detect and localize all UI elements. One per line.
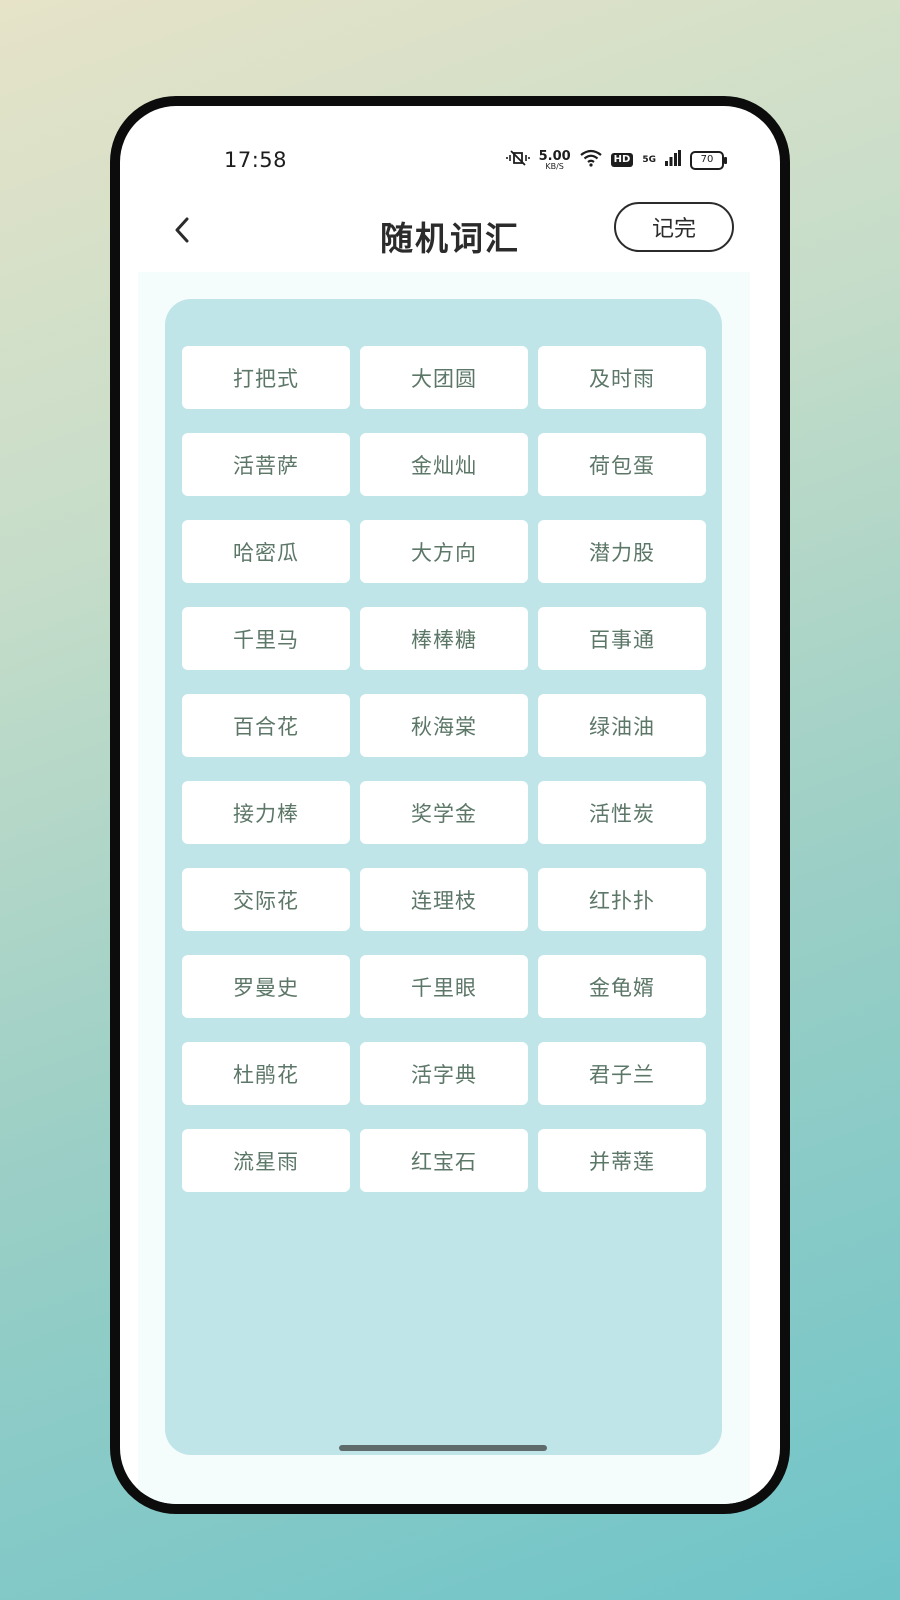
vibrate-mute-icon — [505, 149, 530, 171]
word-card[interactable]: 及时雨 — [538, 346, 706, 409]
word-card[interactable]: 潜力股 — [538, 520, 706, 583]
word-card[interactable]: 千里马 — [182, 607, 350, 670]
word-card[interactable]: 百事通 — [538, 607, 706, 670]
home-indicator — [339, 1445, 547, 1451]
word-card[interactable]: 活性炭 — [538, 781, 706, 844]
word-card[interactable]: 并蒂莲 — [538, 1129, 706, 1192]
signal-icon — [665, 150, 681, 170]
phone-screen: 17:58 5.00 KB/S HD 5G 70 随机词汇 记完 打把式 大团圆… — [120, 106, 780, 1504]
hd-badge: HD — [610, 153, 634, 167]
net-speed-value: 5.00 — [538, 148, 571, 164]
word-card[interactable]: 罗曼史 — [182, 955, 350, 1018]
header-bar: 随机词汇 记完 — [120, 202, 780, 282]
word-card[interactable]: 接力棒 — [182, 781, 350, 844]
word-panel: 打把式 大团圆 及时雨活菩萨 金灿灿 荷包蛋哈密瓜 大方向 潜力股千里马 棒棒糖 百事通百合花秋… — [165, 299, 722, 1455]
word-card[interactable]: 大团圆 — [360, 346, 528, 409]
net-speed-unit: KB/S — [545, 161, 564, 171]
signal-label: 5G — [642, 154, 656, 165]
status-time: 17:58 — [224, 148, 288, 172]
word-card[interactable]: 打把式 — [182, 346, 350, 409]
word-card[interactable]: 哈密瓜 — [182, 520, 350, 583]
word-card[interactable]: 君子兰 — [538, 1042, 706, 1105]
word-grid: 打把式 大团圆 及时雨活菩萨 金灿灿 荷包蛋哈密瓜 大方向 潜力股千里马 棒棒糖 百事通百合花秋… — [182, 346, 706, 1192]
word-card[interactable]: 金灿灿 — [360, 433, 528, 496]
word-card[interactable]: 交际花 — [182, 868, 350, 931]
word-card[interactable]: 绿油油 — [538, 694, 706, 757]
word-card[interactable]: 金龟婿 — [538, 955, 706, 1018]
phone-frame: 17:58 5.00 KB/S HD 5G 70 随机词汇 记完 打把式 大团圆… — [110, 96, 790, 1514]
word-card[interactable]: 连理枝 — [360, 868, 528, 931]
word-card[interactable]: 杜鹃花 — [182, 1042, 350, 1105]
word-card[interactable]: 流星雨 — [182, 1129, 350, 1192]
word-card[interactable]: 荷包蛋 — [538, 433, 706, 496]
status-bar: 17:58 5.00 KB/S HD 5G 70 — [120, 106, 780, 176]
word-card[interactable]: 红扑扑 — [538, 868, 706, 931]
status-icons: 5.00 KB/S HD 5G 70 — [505, 146, 727, 174]
word-card[interactable]: 活菩萨 — [182, 433, 350, 496]
done-button[interactable]: 记完 — [614, 202, 734, 252]
wifi-icon — [579, 149, 602, 171]
word-card[interactable]: 大方向 — [360, 520, 528, 583]
word-card[interactable]: 百合花 — [182, 694, 350, 757]
word-card[interactable]: 红宝石 — [360, 1129, 528, 1192]
word-card[interactable]: 千里眼 — [360, 955, 528, 1018]
word-card[interactable]: 棒棒糖 — [360, 607, 528, 670]
word-card[interactable]: 秋海棠 — [360, 694, 528, 757]
battery-icon: 70 — [690, 150, 727, 170]
word-card[interactable]: 奖学金 — [360, 781, 528, 844]
word-card[interactable]: 活字典 — [360, 1042, 528, 1105]
net-speed: 5.00 KB/S — [539, 150, 571, 171]
